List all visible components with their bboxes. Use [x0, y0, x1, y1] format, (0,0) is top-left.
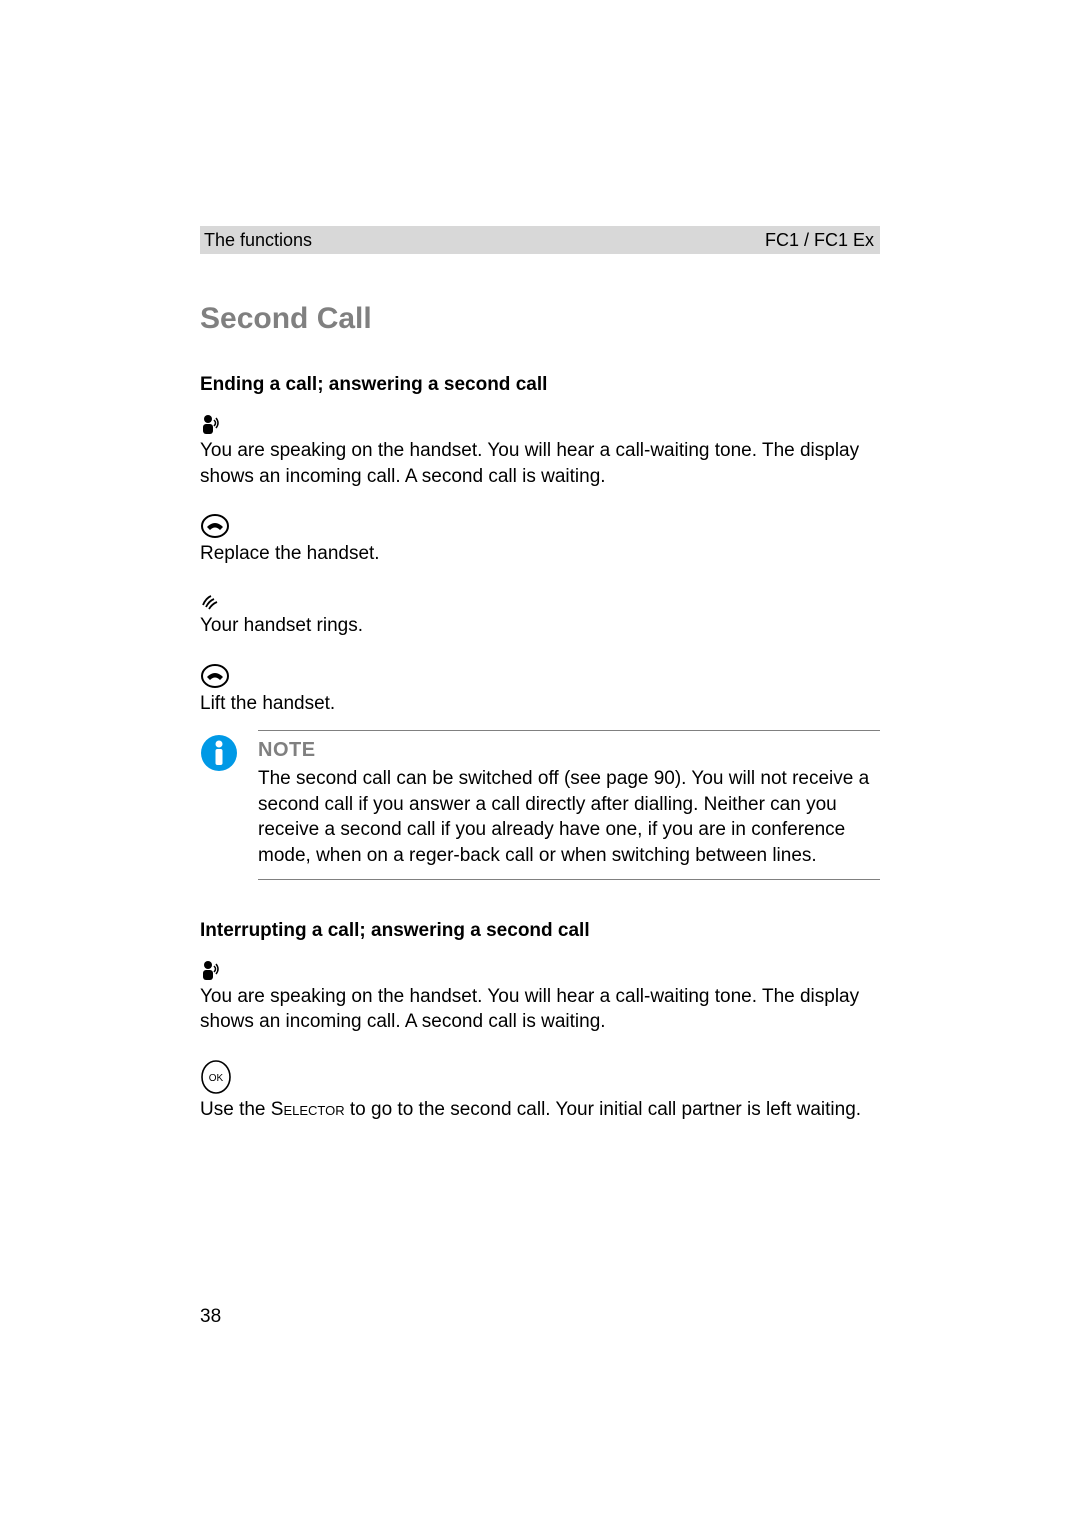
header-right: FC1 / FC1 Ex — [765, 230, 874, 251]
ok-selector-icon: OK — [200, 1059, 880, 1095]
svg-text:OK: OK — [209, 1073, 224, 1084]
ringing-icon — [200, 591, 880, 611]
handset-replace-icon — [200, 513, 880, 539]
note-label: NOTE — [258, 739, 880, 762]
subsection-title-ending-call: Ending a call; answering a second call — [200, 374, 880, 396]
body-text-fragment: Use the — [200, 1099, 271, 1120]
body-text: Use the Selector to go to the second cal… — [200, 1097, 880, 1123]
note-callout: NOTE The second call can be switched off… — [200, 730, 880, 880]
body-text: You are speaking on the handset. You wil… — [200, 438, 880, 489]
body-text: Your handset rings. — [200, 613, 880, 639]
body-text: Lift the handset. — [200, 691, 880, 717]
body-text: You are speaking on the handset. You wil… — [200, 984, 880, 1035]
header-left: The functions — [204, 230, 312, 251]
selector-label: Selector — [271, 1099, 345, 1120]
section-title: Second Call — [200, 302, 880, 336]
page-header: The functions FC1 / FC1 Ex — [200, 226, 880, 254]
info-icon — [200, 730, 240, 777]
person-speaking-icon — [200, 414, 880, 436]
note-body: The second call can be switched off (see… — [258, 766, 880, 869]
person-speaking-icon — [200, 960, 880, 982]
body-text: Replace the handset. — [200, 541, 880, 567]
page-number: 38 — [200, 1306, 221, 1328]
handset-lift-icon — [200, 663, 880, 689]
subsection-title-interrupting-call: Interrupting a call; answering a second … — [200, 920, 880, 942]
body-text-fragment: to go to the second call. Your initial c… — [345, 1099, 861, 1120]
